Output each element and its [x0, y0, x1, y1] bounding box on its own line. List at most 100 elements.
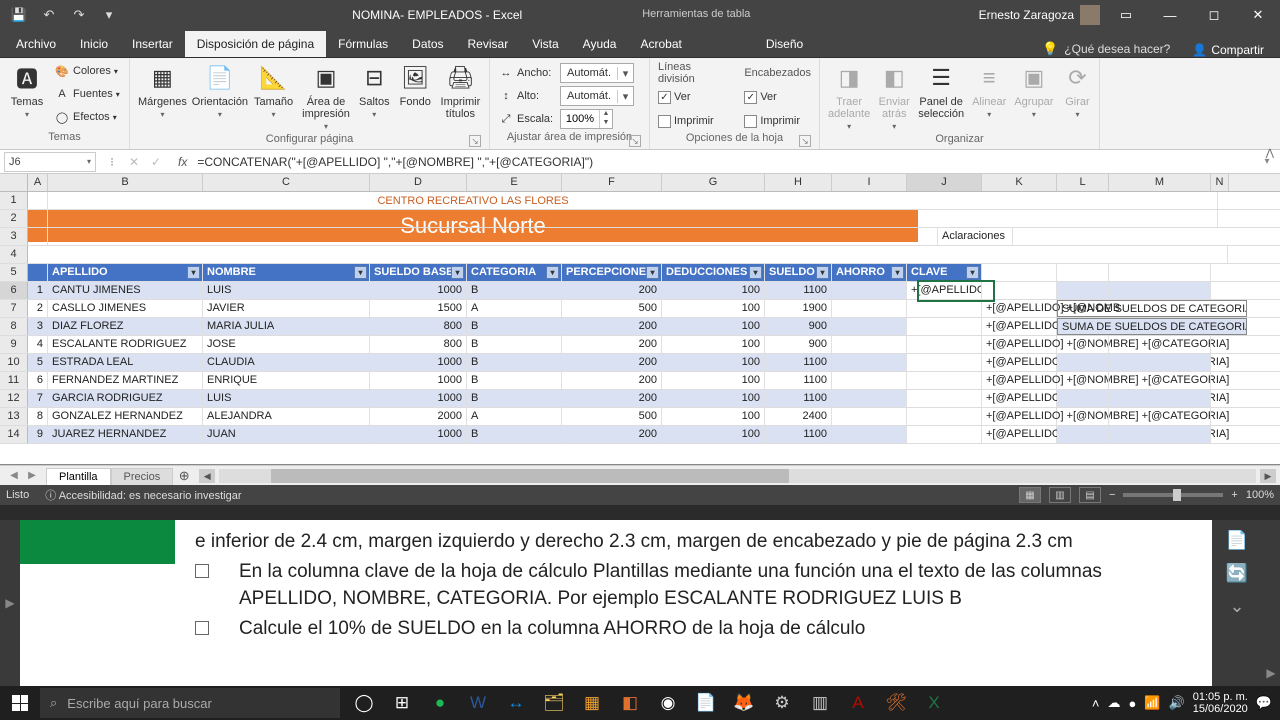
col-header[interactable]: L — [1057, 174, 1109, 191]
zoom-slider[interactable] — [1123, 493, 1223, 497]
col-header[interactable]: J — [907, 174, 982, 191]
sheet-tab-plantilla[interactable]: Plantilla — [46, 468, 111, 485]
tell-me[interactable]: 💡 ¿Qué desea hacer? — [1032, 41, 1180, 57]
col-header[interactable]: M — [1109, 174, 1211, 191]
headings-view-check[interactable]: ✓Ver — [742, 86, 813, 108]
scale-spinner[interactable]: ▲▼ — [560, 109, 613, 129]
filter-icon[interactable]: ▾ — [354, 266, 367, 279]
breaks-button[interactable]: ⊟Saltos▾ — [356, 60, 393, 121]
app-icon[interactable]: 🛠 — [878, 686, 914, 720]
tab-archivo[interactable]: Archivo — [4, 31, 68, 57]
chrome-icon[interactable]: ◉ — [650, 686, 686, 720]
filter-icon[interactable]: ▾ — [966, 266, 979, 279]
sheetopt-launcher-icon[interactable]: ↘ — [799, 135, 811, 147]
panel-expand-right-icon[interactable]: ▶ — [1262, 520, 1280, 686]
scale-launcher-icon[interactable]: ↘ — [629, 135, 641, 147]
formula-input[interactable] — [193, 155, 1260, 169]
col-header[interactable]: C — [203, 174, 370, 191]
checkbox-icon[interactable] — [195, 564, 209, 578]
height-combo[interactable]: Automát.▾ — [560, 86, 634, 106]
share-button[interactable]: 👤 Compartir — [1180, 43, 1276, 57]
hscroll-left-icon[interactable]: ◀ — [199, 469, 215, 483]
themes-button[interactable]: 🅰 Temas ▾ — [6, 60, 48, 121]
checkbox-icon[interactable] — [195, 621, 209, 635]
selection-pane-button[interactable]: ☰Panel de selección — [916, 60, 966, 122]
tab-formulas[interactable]: Fórmulas — [326, 31, 400, 57]
col-header[interactable]: G — [662, 174, 765, 191]
headings-print-check[interactable]: Imprimir — [742, 110, 813, 132]
panel-expand-left-icon[interactable]: ▶ — [0, 520, 20, 686]
minimize-icon[interactable]: — — [1148, 0, 1192, 30]
sheet-nav-next-icon[interactable]: ▶ — [24, 470, 40, 481]
taskview-icon[interactable]: ⊞ — [384, 686, 420, 720]
notifications-icon[interactable]: 💬 — [1256, 695, 1272, 711]
filter-icon[interactable]: ▾ — [816, 266, 829, 279]
sheet-tab-precios[interactable]: Precios — [111, 468, 174, 485]
filter-icon[interactable]: ▾ — [451, 266, 464, 279]
col-header[interactable]: N — [1211, 174, 1229, 191]
col-header[interactable]: A — [28, 174, 48, 191]
zoom-level[interactable]: 100% — [1246, 489, 1274, 501]
orientation-button[interactable]: 📄Orientación▾ — [193, 60, 247, 121]
collapse-ribbon-icon[interactable]: ⋀ — [1266, 148, 1274, 159]
gridlines-view-check[interactable]: ✓Ver — [656, 86, 728, 108]
ribbon-display-icon[interactable]: ▭ — [1104, 0, 1148, 30]
table-row[interactable]: 11 6 FERNANDEZ MARTINEZ ENRIQUE 1000 B 2… — [0, 372, 1280, 390]
fx-icon[interactable]: fx — [172, 155, 193, 169]
page-break-view-icon[interactable]: ▤ — [1079, 487, 1101, 503]
table-row[interactable]: 9 4 ESCALANTE RODRIGUEZ JOSE 800 B 200 1… — [0, 336, 1280, 354]
maximize-icon[interactable]: ◻ — [1192, 0, 1236, 30]
col-header[interactable]: E — [467, 174, 562, 191]
filter-icon[interactable]: ▾ — [187, 266, 200, 279]
table-row[interactable]: 12 7 GARCIA RODRIGUEZ LUIS 1000 B 200 10… — [0, 390, 1280, 408]
cortana-icon[interactable]: ◯ — [346, 686, 382, 720]
word-icon[interactable]: W — [460, 686, 496, 720]
tab-page-layout[interactable]: Disposición de página — [185, 31, 326, 57]
hscroll-right-icon[interactable]: ▶ — [1260, 469, 1276, 483]
zoom-out-icon[interactable]: − — [1109, 489, 1115, 501]
onedrive-icon[interactable]: ☁ — [1108, 695, 1121, 711]
hscroll-thumb[interactable] — [271, 469, 789, 483]
print-titles-button[interactable]: 🖨Imprimir títulos — [438, 60, 483, 122]
start-button[interactable] — [0, 686, 40, 720]
col-header[interactable]: H — [765, 174, 832, 191]
effects-button[interactable]: ◯Efectos▾ — [52, 106, 122, 128]
colors-button[interactable]: 🎨Colores▾ — [52, 60, 122, 82]
sheet-nav-prev-icon[interactable]: ◀ — [6, 470, 22, 481]
pagesetup-launcher-icon[interactable]: ↘ — [469, 135, 481, 147]
col-header[interactable]: K — [982, 174, 1057, 191]
table-row[interactable]: 10 5 ESTRADA LEAL CLAUDIA 1000 B 200 100… — [0, 354, 1280, 372]
margins-button[interactable]: ▦Márgenes▾ — [136, 60, 189, 121]
taskbar-search[interactable]: ⌕ Escribe aquí para buscar — [40, 688, 340, 718]
filter-icon[interactable]: ▾ — [646, 266, 659, 279]
tab-vista[interactable]: Vista — [520, 31, 570, 57]
close-icon[interactable]: ✕ — [1236, 0, 1280, 30]
spreadsheet-grid[interactable]: A B C D E F G H I J K L M N CENTRO RECRE… — [0, 174, 1280, 465]
undo-icon[interactable]: ↶ — [36, 2, 62, 28]
table-row[interactable]: 14 9 JUAREZ HERNANDEZ JUAN 1000 B 200 10… — [0, 426, 1280, 444]
save-icon[interactable]: 💾 — [6, 2, 32, 28]
table-row[interactable]: 7 2 CASLLO JIMENES JAVIER 1500 A 500 100… — [0, 300, 1280, 318]
hscroll-track[interactable] — [219, 469, 1256, 483]
name-box[interactable]: J6▾ — [4, 152, 96, 172]
table-row[interactable]: 6 1 CANTU JIMENES LUIS 1000 B 200 100 11… — [0, 282, 1280, 300]
tray-icon[interactable]: ● — [1129, 696, 1137, 711]
clock[interactable]: 01:05 p. m.15/06/2020 — [1193, 691, 1248, 715]
table-row[interactable]: 8 3 DIAZ FLOREZ MARIA JULIA 800 B 200 10… — [0, 318, 1280, 336]
page-layout-view-icon[interactable]: ▥ — [1049, 487, 1071, 503]
volume-icon[interactable]: 🔊 — [1169, 695, 1185, 711]
col-header[interactable]: D — [370, 174, 467, 191]
explorer-icon[interactable]: 🗂 — [536, 686, 572, 720]
select-all-button[interactable] — [0, 174, 28, 191]
filter-icon[interactable]: ▾ — [749, 266, 762, 279]
settings-icon[interactable]: ⚙ — [764, 686, 800, 720]
enter-formula-icon[interactable]: ✓ — [146, 152, 166, 172]
tool-chevron-icon[interactable]: ⌄ — [1229, 596, 1244, 617]
acrobat-icon[interactable]: A — [840, 686, 876, 720]
tab-inicio[interactable]: Inicio — [68, 31, 120, 57]
col-header[interactable]: I — [832, 174, 907, 191]
filter-icon[interactable]: ▾ — [891, 266, 904, 279]
tray-up-icon[interactable]: ˄ — [1092, 696, 1100, 711]
wifi-icon[interactable]: 📶 — [1144, 695, 1160, 711]
firefox-icon[interactable]: 🦊 — [726, 686, 762, 720]
